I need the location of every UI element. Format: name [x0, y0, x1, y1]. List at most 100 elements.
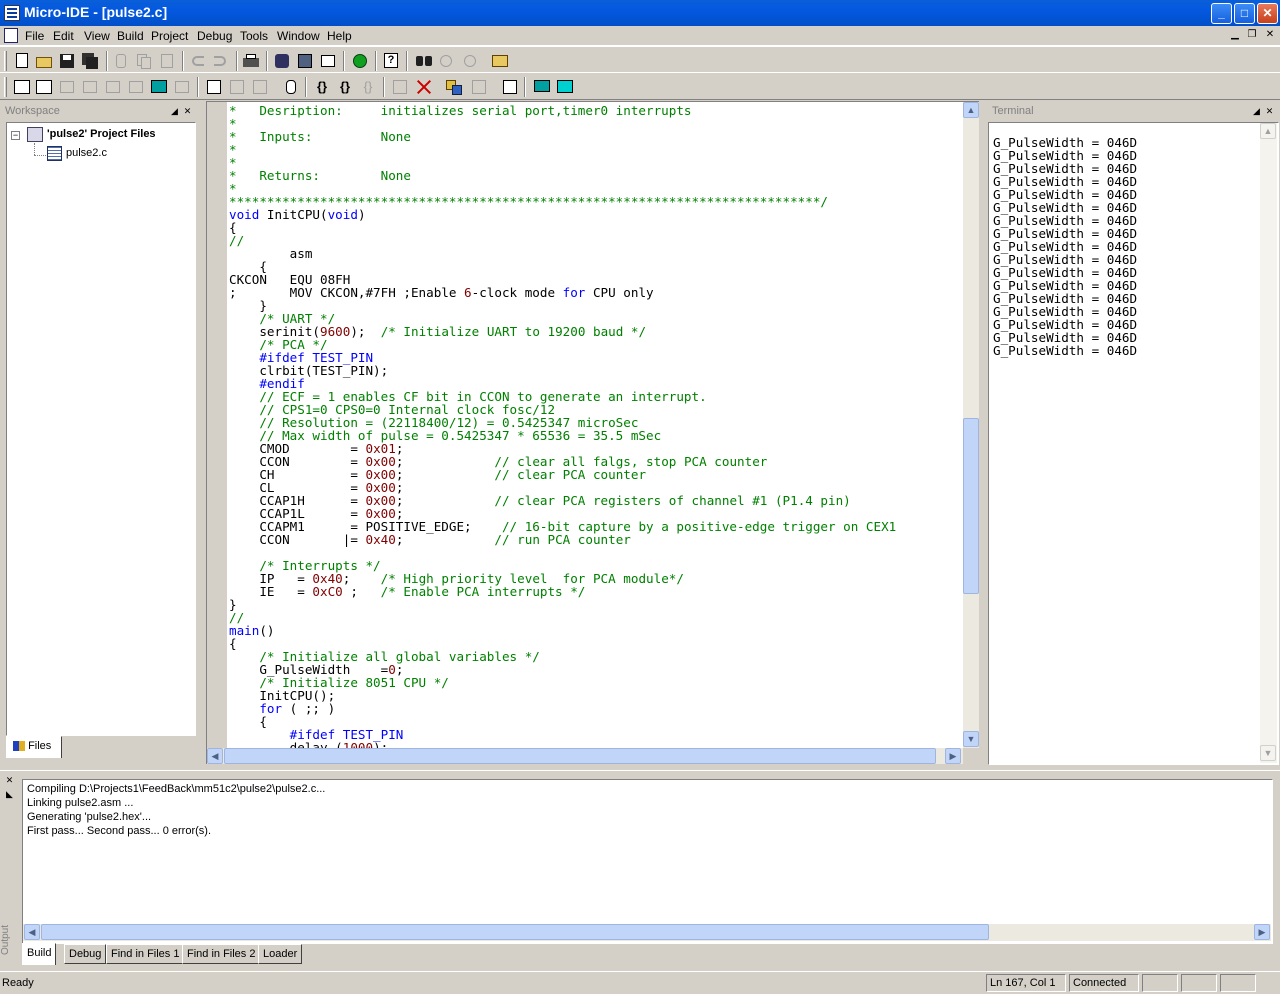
- menu-view[interactable]: View: [84, 29, 110, 43]
- editor-horizontal-scrollbar[interactable]: ◀ ▶: [207, 748, 963, 764]
- new-file-icon[interactable]: [12, 51, 32, 71]
- watch-icon[interactable]: [57, 77, 77, 97]
- open-folder-icon[interactable]: [34, 51, 54, 71]
- scroll-left-icon[interactable]: ◀: [207, 748, 223, 764]
- output-maximize-icon[interactable]: ◣: [4, 789, 15, 800]
- close-button[interactable]: ✕: [1257, 3, 1278, 24]
- redo-icon[interactable]: [210, 51, 230, 71]
- scroll-down-icon[interactable]: ▼: [963, 731, 979, 747]
- terminal-text-area[interactable]: G_PulseWidth = 046D G_PulseWidth = 046D G_…: [989, 136, 1259, 756]
- paste-icon[interactable]: [157, 51, 177, 71]
- terminal-vertical-scrollbar[interactable]: ▲ ▼: [1260, 123, 1277, 763]
- undo-icon[interactable]: [188, 51, 208, 71]
- tab-find-in-files-2[interactable]: Find in Files 2: [182, 944, 261, 964]
- editor-vertical-scrollbar[interactable]: ▲ ▼: [963, 102, 979, 748]
- print-icon[interactable]: [241, 51, 261, 71]
- go-icon[interactable]: [250, 77, 270, 97]
- code-line[interactable]: IE = 0xC0 ; /* Enable PCA interrupts */: [229, 585, 585, 598]
- find-in-files-icon[interactable]: [490, 51, 510, 71]
- terminal-maximize-icon[interactable]: ◢: [1251, 106, 1262, 117]
- mdi-minimize-icon[interactable]: ▁: [1228, 29, 1242, 42]
- build-all-icon[interactable]: [318, 51, 338, 71]
- find-prev-icon[interactable]: [460, 51, 480, 71]
- code-editor[interactable]: * Desription: initializes serial port,ti…: [206, 101, 979, 764]
- terminal-window-icon[interactable]: [555, 77, 575, 97]
- code-area[interactable]: * Desription: initializes serial port,ti…: [229, 102, 964, 748]
- output-scroll-right-icon[interactable]: ▶: [1254, 924, 1270, 940]
- target-icon[interactable]: [444, 77, 464, 97]
- code-line[interactable]: delay (1000);: [229, 741, 389, 748]
- mdi-close-icon[interactable]: ✕: [1263, 29, 1277, 42]
- menu-project[interactable]: Project: [151, 29, 188, 43]
- minimize-button[interactable]: _: [1211, 3, 1232, 24]
- output-toggle-icon[interactable]: [34, 77, 54, 97]
- tab-debug[interactable]: Debug: [64, 944, 107, 964]
- help-icon[interactable]: ?: [381, 51, 401, 71]
- connect-icon[interactable]: [469, 77, 489, 97]
- code-line[interactable]: ; MOV CKCON,#7FH ;Enable 6-clock mode fo…: [229, 286, 654, 299]
- menu-debug[interactable]: Debug: [197, 29, 232, 43]
- output-close-icon[interactable]: ✕: [4, 775, 15, 786]
- cut-icon[interactable]: [111, 51, 131, 71]
- output-scroll-left-icon[interactable]: ◀: [24, 924, 40, 940]
- project-label[interactable]: 'pulse2' Project Files: [47, 128, 156, 140]
- settings-icon[interactable]: [500, 77, 520, 97]
- find-next-icon[interactable]: [436, 51, 456, 71]
- tab-files[interactable]: Files: [6, 736, 62, 758]
- code-line[interactable]: * Returns: None: [229, 169, 411, 182]
- reset-icon[interactable]: [227, 77, 247, 97]
- code-line[interactable]: * Inputs: None: [229, 130, 411, 143]
- scroll-up-icon[interactable]: ▲: [963, 102, 979, 118]
- memory-icon[interactable]: [103, 77, 123, 97]
- output-text-area[interactable]: Compiling D:\Projects1\FeedBack\mm51c2\p…: [22, 779, 1273, 944]
- terminal-scroll-up-icon[interactable]: ▲: [1260, 123, 1276, 139]
- menu-window[interactable]: Window: [277, 29, 320, 43]
- document-icon[interactable]: [4, 28, 18, 43]
- clear-breakpoints-icon[interactable]: [414, 77, 434, 97]
- registers-icon[interactable]: [80, 77, 100, 97]
- code-line[interactable]: CCON |= 0x40; // run PCA counter: [229, 533, 631, 546]
- disassembly-icon[interactable]: [172, 77, 192, 97]
- download-icon[interactable]: [204, 77, 224, 97]
- editor-vscroll-thumb[interactable]: [963, 418, 979, 594]
- workspace-toggle-icon[interactable]: [12, 77, 32, 97]
- save-icon[interactable]: [57, 51, 77, 71]
- build-icon[interactable]: [295, 51, 315, 71]
- scroll-right-icon[interactable]: ▶: [945, 748, 961, 764]
- menu-file[interactable]: File: [25, 29, 44, 43]
- editor-hscroll-thumb[interactable]: [224, 748, 936, 764]
- find-icon[interactable]: [414, 51, 434, 71]
- toolbar-grip[interactable]: [4, 51, 7, 71]
- tree-collapse-icon[interactable]: −: [11, 131, 20, 140]
- maximize-button[interactable]: □: [1234, 3, 1255, 24]
- run-icon[interactable]: [350, 51, 370, 71]
- code-line[interactable]: * Desription: initializes serial port,ti…: [229, 104, 692, 117]
- menu-tools[interactable]: Tools: [240, 29, 268, 43]
- save-all-icon[interactable]: [80, 51, 100, 71]
- app-icon[interactable]: [4, 5, 20, 21]
- output-hscroll-thumb[interactable]: [41, 924, 989, 940]
- terminal-toggle-icon[interactable]: [149, 77, 169, 97]
- file-pulse2-c[interactable]: pulse2.c: [66, 147, 107, 159]
- workspace-maximize-icon[interactable]: ◢: [169, 106, 180, 117]
- breakpoint-icon[interactable]: [390, 77, 410, 97]
- terminal-close-icon[interactable]: ✕: [1264, 106, 1275, 117]
- compile-icon[interactable]: [272, 51, 292, 71]
- tab-find-in-files-1[interactable]: Find in Files 1: [106, 944, 185, 964]
- menu-build[interactable]: Build: [117, 29, 144, 43]
- output-horizontal-scrollbar[interactable]: ◀ ▶: [23, 924, 1271, 941]
- terminal-scroll-down-icon[interactable]: ▼: [1260, 745, 1276, 761]
- hand-icon[interactable]: [281, 77, 301, 97]
- code-line[interactable]: void InitCPU(void): [229, 208, 366, 221]
- step-into-icon[interactable]: {}: [312, 77, 332, 97]
- workspace-close-icon[interactable]: ✕: [182, 106, 193, 117]
- monitor-icon[interactable]: [532, 77, 552, 97]
- terminal-output[interactable]: G_PulseWidth = 046D G_PulseWidth = 046D G_…: [988, 122, 1279, 765]
- toolbar-grip[interactable]: [4, 77, 7, 97]
- call-stack-icon[interactable]: [126, 77, 146, 97]
- menu-help[interactable]: Help: [327, 29, 352, 43]
- mdi-restore-icon[interactable]: ❐: [1245, 29, 1259, 42]
- menu-edit[interactable]: Edit: [53, 29, 74, 43]
- tab-loader[interactable]: Loader: [258, 944, 303, 964]
- step-over-icon[interactable]: {}: [335, 77, 355, 97]
